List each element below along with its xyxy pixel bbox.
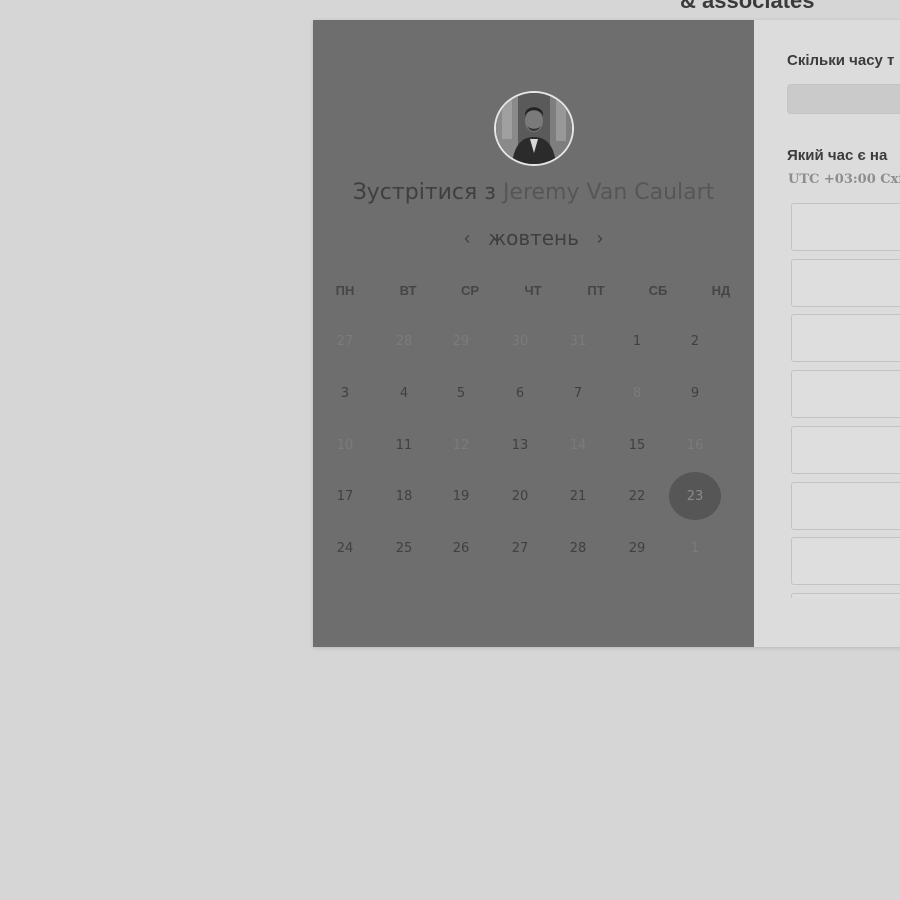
calendar-day[interactable]: 11 xyxy=(384,425,424,465)
calendar-grid: 27 28 29 30 31 1 2 3 4 5 6 7 8 9 10 11 12 13 14 15 16 17 18 19 2… xyxy=(313,20,754,647)
brand-name: & associates xyxy=(680,0,815,13)
calendar-day[interactable]: 26 xyxy=(441,528,481,568)
calendar-day: 29 xyxy=(452,333,470,349)
calendar-panel: Зустрітися з Jeremy Van Caulart ‹ жовтен… xyxy=(313,20,754,647)
calendar-day[interactable]: 6 xyxy=(500,373,540,413)
time-slot-list xyxy=(791,203,900,598)
time-slot-button[interactable] xyxy=(791,203,900,251)
calendar-day: 28 xyxy=(395,333,413,349)
calendar-day[interactable]: 18 xyxy=(384,476,424,516)
time-question: Який час є на xyxy=(787,147,888,164)
calendar-day[interactable]: 7 xyxy=(558,373,598,413)
calendar-day[interactable]: 5 xyxy=(441,373,481,413)
calendar-day[interactable]: 19 xyxy=(441,476,481,516)
timezone-label: UTC +03:00 Схід xyxy=(788,172,900,187)
booking-panel: Скільки часу т Який час є на UTC +03:00 … xyxy=(754,20,900,647)
duration-question: Скільки часу т xyxy=(787,52,895,69)
time-slot-button[interactable] xyxy=(791,370,900,419)
time-slot-button[interactable] xyxy=(791,537,900,586)
calendar-day[interactable]: 20 xyxy=(500,476,540,516)
calendar-day: 8 xyxy=(632,385,642,401)
calendar-day: 1 xyxy=(690,540,700,556)
calendar-day: 10 xyxy=(336,437,354,453)
calendar-day[interactable]: 15 xyxy=(617,425,657,465)
calendar-day[interactable]: 17 xyxy=(325,476,365,516)
time-slot-button[interactable] xyxy=(791,258,900,307)
booking-card: Зустрітися з Jeremy Van Caulart ‹ жовтен… xyxy=(313,20,900,647)
calendar-day[interactable]: 27 xyxy=(500,528,540,568)
time-slot-button[interactable] xyxy=(791,314,900,363)
time-slot-button[interactable] xyxy=(791,425,900,474)
duration-select[interactable] xyxy=(787,84,900,114)
calendar-day[interactable]: 2 xyxy=(675,321,715,361)
calendar-day[interactable]: 13 xyxy=(500,425,540,465)
calendar-day[interactable]: 29 xyxy=(617,528,657,568)
calendar-day[interactable]: 21 xyxy=(558,476,598,516)
calendar-day: 16 xyxy=(686,437,704,453)
calendar-day[interactable]: 3 xyxy=(325,373,365,413)
calendar-day[interactable]: 9 xyxy=(675,373,715,413)
calendar-day: 12 xyxy=(452,437,470,453)
calendar-day: 14 xyxy=(569,437,587,453)
time-slot-button[interactable] xyxy=(791,481,900,530)
calendar-day[interactable]: 4 xyxy=(384,373,424,413)
calendar-day[interactable]: 25 xyxy=(384,528,424,568)
calendar-day: 27 xyxy=(336,333,354,349)
calendar-day[interactable]: 1 xyxy=(617,321,657,361)
calendar-day[interactable]: 22 xyxy=(617,476,657,516)
selected-day[interactable]: 23 xyxy=(669,472,721,520)
calendar-day[interactable]: 24 xyxy=(325,528,365,568)
calendar-day: 30 xyxy=(511,333,529,349)
time-slot-button[interactable] xyxy=(791,592,900,598)
calendar-day[interactable]: 28 xyxy=(558,528,598,568)
calendar-day: 31 xyxy=(569,333,587,349)
